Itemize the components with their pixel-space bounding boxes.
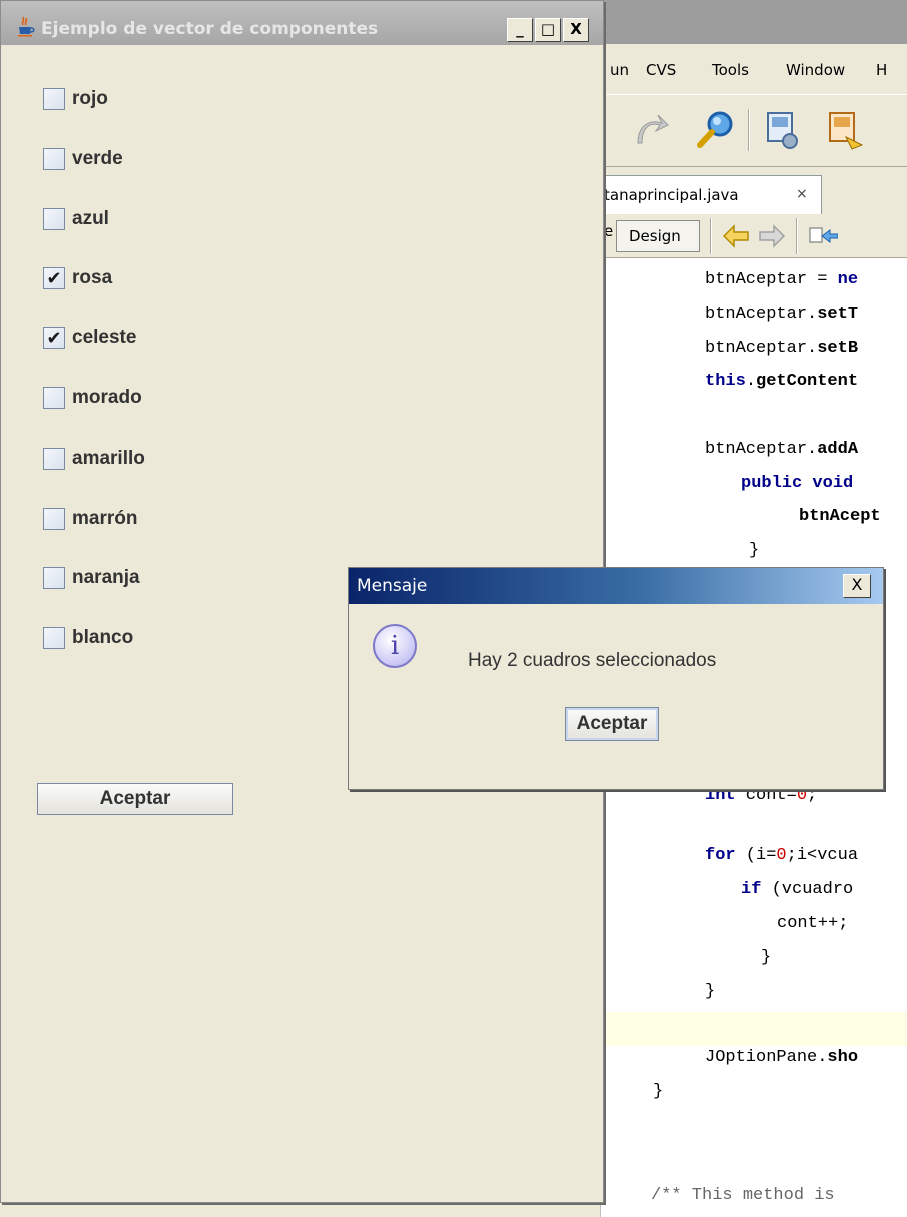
ide-titlebar: [600, 0, 907, 44]
dialog-title: Mensaje: [357, 576, 428, 596]
source-button[interactable]: e: [604, 222, 613, 240]
checkbox-label: amarillo: [72, 448, 145, 469]
checkbox-label: blanco: [72, 627, 134, 648]
editor-toolbar: e Design: [600, 214, 907, 258]
checkbox-marron[interactable]: marrón: [43, 505, 137, 533]
close-icon: X: [851, 575, 863, 594]
checkbox-box[interactable]: [43, 88, 65, 110]
forward-icon[interactable]: [758, 224, 786, 248]
toolbar-separator: [710, 218, 712, 254]
back-icon[interactable]: [722, 224, 750, 248]
tab-file[interactable]: tanaprincipal.java ×: [600, 175, 822, 215]
checkbox-box[interactable]: [43, 627, 65, 649]
toolbar-separator: [748, 109, 750, 151]
close-button[interactable]: X: [563, 18, 589, 42]
tab-close-icon[interactable]: ×: [796, 186, 808, 202]
checkbox-rojo[interactable]: rojo: [43, 85, 108, 113]
checkbox-label: verde: [72, 148, 123, 169]
checkbox-checked-icon[interactable]: ✔: [43, 267, 65, 289]
information-icon: i: [373, 624, 417, 668]
ide-menubar: un CVS Tools Window H: [600, 44, 907, 94]
minimize-button[interactable]: _: [507, 18, 533, 42]
checkbox-box[interactable]: [43, 148, 65, 170]
tab-file-label: tanaprincipal.java: [604, 186, 739, 204]
menu-run[interactable]: un: [610, 61, 629, 79]
aceptar-button[interactable]: Aceptar: [37, 783, 233, 815]
redo-icon[interactable]: [628, 107, 674, 153]
menu-tools[interactable]: Tools: [712, 61, 749, 79]
checkbox-amarillo[interactable]: amarillo: [43, 445, 145, 473]
checkbox-box[interactable]: [43, 208, 65, 230]
checkbox-checked-icon[interactable]: ✔: [43, 327, 65, 349]
checkbox-label: azul: [72, 208, 109, 229]
maximize-icon: □: [540, 20, 556, 38]
maximize-button[interactable]: □: [535, 18, 561, 42]
checkbox-label: marrón: [72, 508, 138, 529]
search-icon[interactable]: [692, 107, 738, 153]
window-title: Ejemplo de vector de componentes: [41, 19, 379, 39]
current-line-highlight: [601, 1012, 907, 1046]
editor-tabs: tanaprincipal.java ×: [600, 166, 907, 215]
checkbox-verde[interactable]: verde: [43, 145, 123, 173]
dialog-aceptar-button[interactable]: Aceptar: [565, 707, 659, 741]
checkbox-box[interactable]: [43, 448, 65, 470]
close-icon: X: [570, 20, 582, 38]
build-project-icon[interactable]: [760, 107, 806, 153]
checkbox-celeste[interactable]: ✔ celeste: [43, 324, 136, 352]
menu-cvs[interactable]: CVS: [646, 61, 676, 79]
ide-toolbar: [600, 94, 907, 166]
toolbar-separator: [796, 218, 798, 254]
checkbox-box[interactable]: [43, 387, 65, 409]
checkbox-box[interactable]: [43, 567, 65, 589]
checkbox-label: celeste: [72, 327, 137, 348]
message-dialog: Mensaje X i Hay 2 cuadros seleccionados …: [348, 567, 884, 790]
find-next-icon[interactable]: [808, 224, 838, 248]
menu-window[interactable]: Window: [786, 61, 845, 79]
java-cup-icon: [18, 16, 35, 37]
dialog-titlebar[interactable]: Mensaje X: [349, 568, 883, 604]
checkbox-label: rosa: [72, 267, 113, 288]
checkbox-label: rojo: [72, 88, 108, 109]
code-comment: /** This method is: [651, 1186, 835, 1205]
checkbox-blanco[interactable]: blanco: [43, 624, 133, 652]
minimize-icon: _: [516, 20, 524, 38]
checkbox-azul[interactable]: azul: [43, 205, 109, 233]
checkbox-box[interactable]: [43, 508, 65, 530]
checkbox-morado[interactable]: morado: [43, 384, 142, 412]
checkbox-label: morado: [72, 387, 142, 408]
dialog-close-button[interactable]: X: [843, 574, 871, 598]
checkbox-rosa[interactable]: ✔ rosa: [43, 264, 112, 292]
dialog-message: Hay 2 cuadros seleccionados: [468, 650, 717, 671]
checkbox-naranja[interactable]: naranja: [43, 564, 140, 592]
window-titlebar[interactable]: Ejemplo de vector de componentes _ □ X: [1, 1, 603, 45]
clean-build-icon[interactable]: [822, 107, 868, 153]
design-button[interactable]: Design: [616, 220, 700, 252]
checkbox-label: naranja: [72, 567, 140, 588]
menu-help[interactable]: H: [876, 61, 887, 79]
